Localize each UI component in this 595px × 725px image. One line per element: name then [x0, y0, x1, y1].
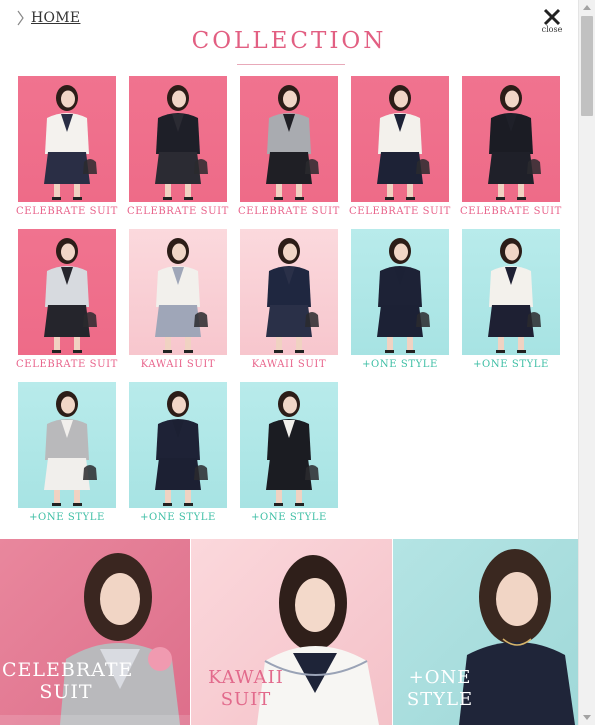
model-figure	[44, 391, 97, 506]
item-photo[interactable]	[129, 229, 227, 355]
banner-celebrate-suit[interactable]: CELEBRATE SUIT	[0, 539, 190, 725]
arrow-down-icon	[583, 715, 591, 720]
item-photo[interactable]	[129, 382, 227, 508]
home-label[interactable]: HOME	[31, 10, 80, 26]
item-photo[interactable]	[351, 229, 449, 355]
item-photo[interactable]	[18, 229, 116, 355]
close-icon	[543, 8, 561, 26]
item-caption[interactable]: CELEBRATE SUIT	[12, 206, 122, 217]
collection-item[interactable]: KAWAII SUIT	[240, 229, 338, 370]
model-figure	[488, 238, 541, 353]
page-title: COLLECTION	[191, 28, 387, 54]
chevron-right-icon	[17, 10, 24, 26]
item-caption[interactable]: +ONE STYLE	[234, 512, 344, 523]
banner-label: +ONE STYLE	[405, 667, 475, 711]
scroll-down-button[interactable]	[579, 710, 595, 725]
collection-item[interactable]: CELEBRATE SUIT	[238, 76, 339, 217]
item-photo[interactable]	[462, 229, 560, 355]
banner-label: CELEBRATE SUIT	[2, 659, 134, 703]
home-link[interactable]: HOME	[17, 10, 80, 26]
collection-item[interactable]: CELEBRATE SUIT	[460, 76, 561, 217]
item-caption[interactable]: CELEBRATE SUIT	[123, 206, 233, 217]
item-caption[interactable]: CELEBRATE SUIT	[234, 206, 344, 217]
model-figure	[44, 238, 97, 353]
item-caption[interactable]: +ONE STYLE	[12, 512, 122, 523]
item-photo[interactable]	[18, 382, 116, 508]
banner-one-style[interactable]: +ONE STYLE	[393, 539, 578, 725]
item-photo[interactable]	[240, 382, 338, 508]
scrollbar-thumb[interactable]	[581, 16, 593, 116]
item-caption[interactable]: +ONE STYLE	[456, 359, 566, 370]
collection-item[interactable]: CELEBRATE SUIT	[16, 76, 117, 217]
model-figure	[266, 391, 319, 506]
item-caption[interactable]: CELEBRATE SUIT	[12, 359, 122, 370]
collection-item[interactable]: CELEBRATE SUIT	[349, 76, 450, 217]
model-figure	[377, 85, 430, 200]
collection-item[interactable]: +ONE STYLE	[240, 382, 338, 523]
model-figure	[155, 85, 208, 200]
collection-item[interactable]: +ONE STYLE	[18, 382, 116, 523]
title-divider	[237, 64, 345, 65]
item-photo[interactable]	[240, 229, 338, 355]
model-figure	[44, 85, 97, 200]
banner-title-line2: STYLE	[406, 689, 474, 710]
item-caption[interactable]: +ONE STYLE	[123, 512, 233, 523]
item-photo[interactable]	[240, 76, 338, 202]
collection-page: HOME close COLLECTION CELEBRATE SUIT CELE…	[0, 0, 578, 725]
item-photo[interactable]	[129, 76, 227, 202]
banner-title-line2: SUIT	[220, 689, 272, 710]
item-caption[interactable]: KAWAII SUIT	[123, 359, 233, 370]
item-photo[interactable]	[351, 76, 449, 202]
banner-title-line2: SUIT	[39, 681, 93, 703]
item-photo[interactable]	[18, 76, 116, 202]
collection-item[interactable]: KAWAII SUIT	[129, 229, 227, 370]
banner-title-line1: KAWAII	[208, 667, 284, 688]
item-caption[interactable]: KAWAII SUIT	[234, 359, 344, 370]
banner-kawaii-suit[interactable]: KAWAII SUIT	[191, 539, 392, 725]
item-photo[interactable]	[462, 76, 560, 202]
arrow-up-icon	[583, 5, 591, 10]
scroll-up-button[interactable]	[579, 0, 595, 15]
item-caption[interactable]: CELEBRATE SUIT	[456, 206, 566, 217]
banner-title-line1: CELEBRATE	[2, 659, 134, 681]
item-caption[interactable]: +ONE STYLE	[345, 359, 455, 370]
collection-item[interactable]: CELEBRATE SUIT	[127, 76, 228, 217]
collection-item[interactable]: +ONE STYLE	[129, 382, 227, 523]
model-figure	[155, 238, 208, 353]
vertical-scrollbar[interactable]	[578, 0, 595, 725]
collection-item[interactable]: +ONE STYLE	[351, 229, 449, 370]
banner-label: KAWAII SUIT	[201, 667, 291, 711]
model-figure	[266, 85, 319, 200]
model-figure	[266, 238, 319, 353]
collection-item[interactable]: +ONE STYLE	[462, 229, 560, 370]
collection-item[interactable]: CELEBRATE SUIT	[16, 229, 117, 370]
banner-title-line1: +ONE	[408, 667, 472, 688]
model-figure	[377, 238, 430, 353]
model-figure	[488, 85, 541, 200]
model-figure	[155, 391, 208, 506]
item-caption[interactable]: CELEBRATE SUIT	[345, 206, 455, 217]
